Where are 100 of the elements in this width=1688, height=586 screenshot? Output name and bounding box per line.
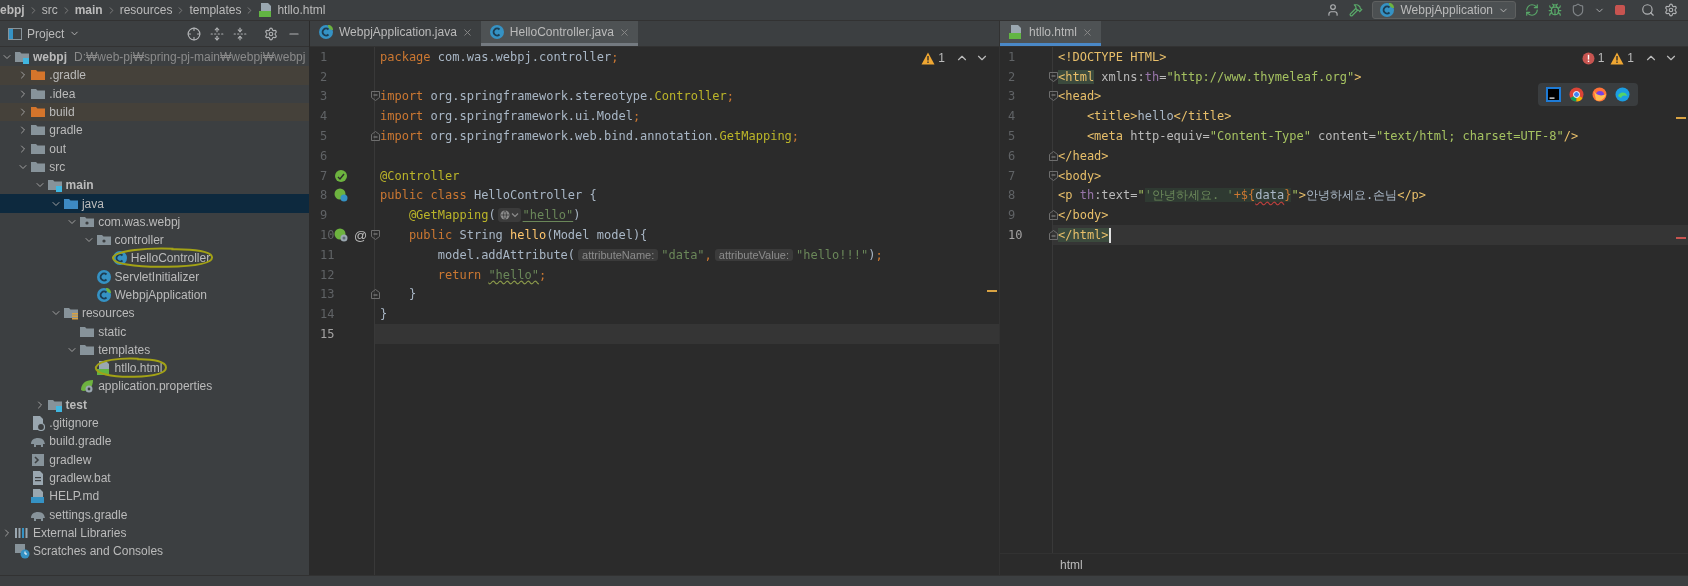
rerun-icon[interactable] — [1525, 3, 1539, 17]
breadcrumb-item[interactable]: ebpj — [0, 1, 25, 19]
browser-icon — [1569, 87, 1584, 102]
tree-item[interactable]: build — [0, 102, 309, 122]
code-text: return "hello"; — [436, 266, 547, 284]
tree-item[interactable]: HELP.md — [0, 487, 309, 506]
code-text: model.addAttribute( attributeName: "data", attributeValue: "hello!!!"); — [436, 246, 883, 264]
editor-tab[interactable]: HelloController.java — [480, 21, 638, 46]
search-icon[interactable] — [1641, 3, 1655, 17]
tree-item[interactable]: gradle — [0, 121, 309, 140]
code-text: <body> — [1058, 167, 1102, 185]
tree-item[interactable]: WebpjApplication — [0, 285, 309, 305]
tree-item[interactable]: test — [0, 395, 309, 414]
properties-file-icon — [79, 378, 96, 395]
line-number: 14 — [319, 306, 334, 324]
user-icon[interactable] — [1326, 3, 1341, 17]
tree-item[interactable]: htllo.html — [0, 359, 309, 378]
shield-icon[interactable] — [1571, 3, 1585, 17]
tree-item[interactable]: .idea — [0, 84, 309, 103]
close-icon[interactable] — [1082, 26, 1094, 38]
tree-item[interactable]: resources — [0, 304, 309, 323]
close-icon[interactable] — [461, 26, 473, 38]
tree-item[interactable]: out — [0, 139, 309, 158]
code-text: <head> — [1058, 88, 1102, 106]
fold-marker-icon[interactable] — [1048, 210, 1058, 221]
breadcrumb-item[interactable]: main — [74, 1, 103, 19]
project-view-dropdown[interactable]: Project — [8, 24, 81, 43]
line-number: 4 — [319, 108, 329, 126]
tree-item[interactable]: HelloController — [0, 249, 309, 268]
breadcrumb-item[interactable]: src — [41, 1, 58, 19]
tree-item[interactable]: settings.gradle — [0, 505, 309, 524]
editor-tab[interactable]: WebpjApplication.java — [310, 21, 481, 46]
expand-all-icon[interactable] — [210, 26, 224, 41]
warning-count-button[interactable]: 1 — [1610, 49, 1634, 67]
line-number: 7 — [319, 167, 329, 185]
line-number: 2 — [319, 68, 329, 86]
tree-item[interactable]: ServletInitializer — [0, 267, 309, 286]
code-text: import org.springframework.ui.Model; — [380, 108, 641, 126]
line-number: 9 — [319, 207, 329, 225]
tree-item[interactable]: gradlew — [0, 450, 309, 469]
tree-item[interactable]: webpj D:₩web-pj₩spring-pj-main₩webpj₩webpj — [0, 48, 309, 67]
hammer-icon[interactable] — [1349, 3, 1364, 17]
ignore-file-icon — [30, 415, 47, 432]
class-icon — [95, 268, 112, 285]
stop-icon[interactable] — [1614, 4, 1626, 16]
fold-marker-icon[interactable] — [1048, 91, 1058, 102]
globe-icon[interactable] — [497, 208, 521, 223]
code-text: <p th:text="'안녕하세요. '+${data}">안녕하세요.손님</p> — [1058, 187, 1427, 205]
fold-marker-icon[interactable] — [370, 230, 380, 241]
warning-count-button[interactable]: 1 — [921, 49, 945, 67]
fold-marker-icon[interactable] — [370, 289, 380, 300]
run-configuration-dropdown[interactable]: WebpjApplication — [1372, 1, 1516, 19]
collapse-all-icon[interactable] — [233, 26, 247, 41]
tree-item[interactable]: controller — [0, 230, 309, 250]
tree-item[interactable]: .gradle — [0, 66, 309, 85]
code-text: } — [407, 286, 417, 304]
tree-item[interactable]: java — [0, 194, 309, 213]
breadcrumb-item[interactable]: templates — [189, 1, 242, 19]
breadcrumb-item[interactable]: htllo.html — [258, 1, 326, 19]
tree-item[interactable]: templates — [0, 340, 309, 360]
code-text: <!DOCTYPE HTML> — [1058, 48, 1167, 66]
browser-icon — [1592, 87, 1607, 102]
code-text: } — [380, 306, 388, 324]
tree-item[interactable]: application.properties — [0, 377, 309, 396]
code-text: import org.springframework.web.bind.annotation.GetMapping; — [380, 128, 800, 146]
code-text: </html> — [1058, 227, 1109, 245]
tree-item[interactable]: .gitignore — [0, 413, 309, 433]
line-number: 10 — [319, 227, 334, 245]
tree-item[interactable]: gradlew.bat — [0, 468, 309, 488]
fold-marker-icon[interactable] — [1048, 230, 1058, 241]
error-count-button[interactable]: 1 — [1581, 49, 1605, 67]
close-icon[interactable] — [618, 26, 630, 38]
fold-marker-icon[interactable] — [1048, 150, 1058, 161]
settings-icon[interactable] — [1664, 3, 1678, 17]
tree-item[interactable]: src — [0, 157, 309, 177]
fold-marker-icon[interactable] — [370, 91, 380, 102]
breadcrumb-item[interactable]: html — [1060, 555, 1083, 574]
line-number: 1 — [1007, 48, 1017, 66]
fold-marker-icon[interactable] — [1048, 71, 1058, 82]
line-number: 6 — [1007, 147, 1017, 165]
fold-marker-icon[interactable] — [1048, 170, 1058, 181]
line-number: 11 — [319, 246, 334, 264]
code-text: <title>hello</title> — [1085, 108, 1232, 126]
locate-icon[interactable] — [187, 26, 201, 41]
code-text: package com.was.webpj.controller; — [380, 48, 619, 66]
bug-icon[interactable] — [1548, 3, 1562, 17]
settings-icon[interactable] — [264, 26, 278, 41]
tree-item[interactable]: build.gradle — [0, 432, 309, 451]
tree-item[interactable]: static — [0, 322, 309, 341]
tree-item[interactable]: External Libraries — [0, 523, 309, 542]
tree-item[interactable]: Scratches and Consoles — [0, 542, 309, 561]
line-number: 15 — [319, 326, 334, 344]
line-number: 3 — [319, 88, 329, 106]
breadcrumb-item[interactable]: resources — [119, 1, 173, 19]
editor-tab[interactable]: htllo.html — [1000, 21, 1102, 46]
tree-item[interactable]: main — [0, 176, 309, 195]
fold-marker-icon[interactable] — [370, 131, 380, 142]
tree-item[interactable]: com.was.webpj — [0, 212, 309, 231]
line-number: 1 — [319, 48, 329, 66]
annotation-marker[interactable]: @ — [354, 228, 368, 242]
